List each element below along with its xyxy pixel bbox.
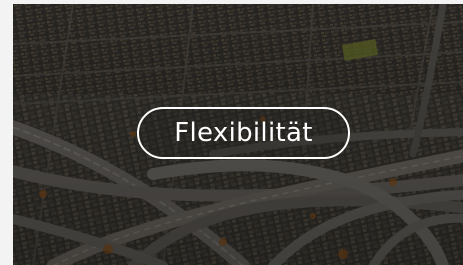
feature-card[interactable]: Flexibilität xyxy=(13,4,463,265)
flexibility-button-label: Flexibilität xyxy=(174,118,313,148)
flexibility-button[interactable]: Flexibilität xyxy=(137,107,350,159)
